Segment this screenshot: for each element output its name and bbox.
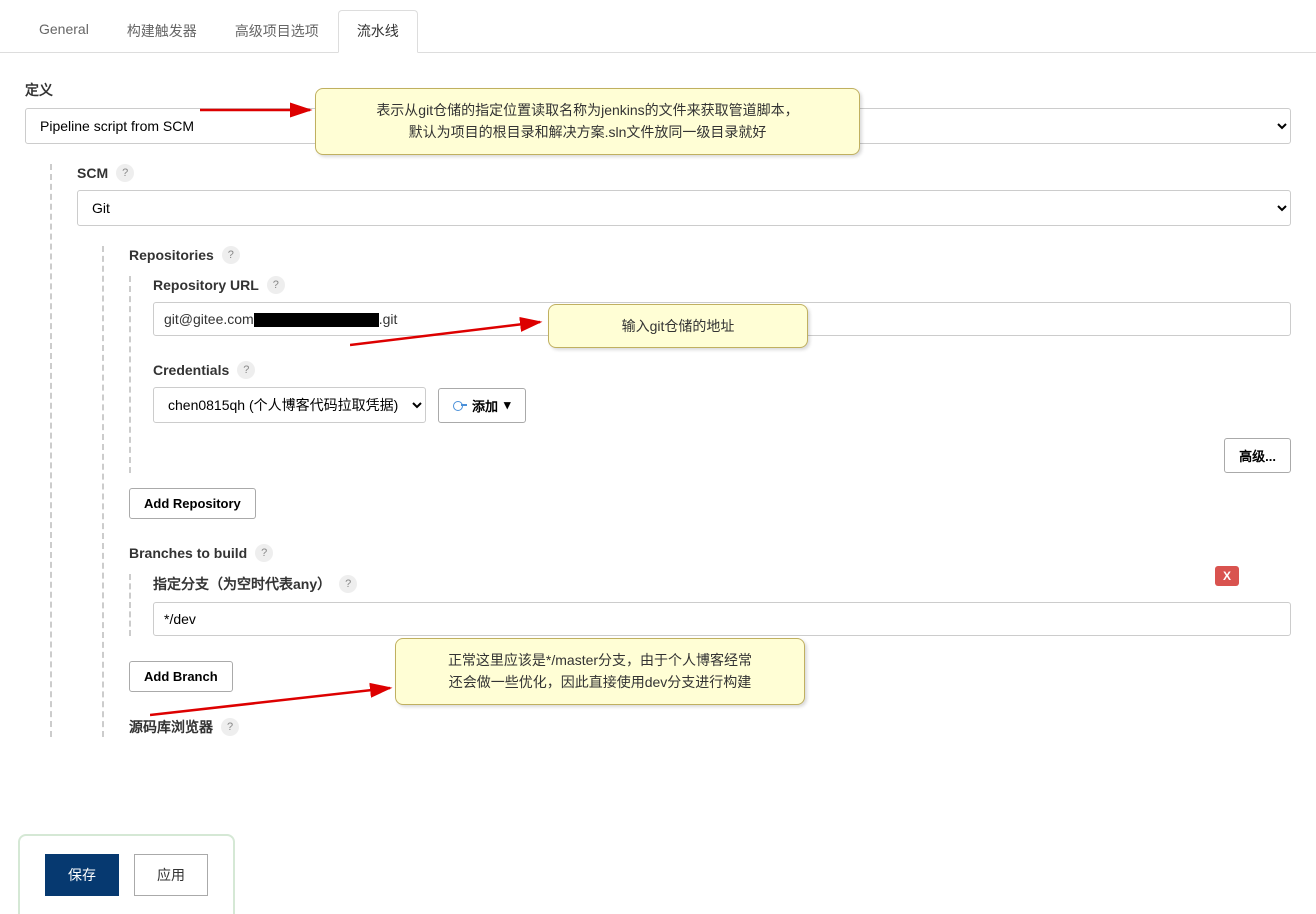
help-icon[interactable]: ? (116, 164, 134, 182)
help-icon[interactable]: ? (237, 361, 255, 379)
callout-line: 默认为项目的根目录和解决方案.sln文件放同一级目录就好 (334, 121, 841, 143)
branch-spec-label: 指定分支（为空时代表any） ? (153, 574, 1291, 594)
repo-url-label: Repository URL ? (153, 276, 1291, 294)
callout-line: 表示从git仓储的指定位置读取名称为jenkins的文件来获取管道脚本， (334, 99, 841, 121)
add-cred-label: 添加 (472, 396, 498, 415)
scm-label-text: SCM (77, 165, 108, 181)
credentials-select[interactable]: chen0815qh (个人博客代码拉取凭据) (153, 387, 426, 423)
credentials-label: Credentials ? (153, 361, 1291, 379)
footer-bar: 保存 应用 (18, 834, 235, 914)
help-icon[interactable]: ? (221, 718, 239, 736)
branches-label: Branches to build ? (129, 544, 1291, 562)
repo-url-prefix: git@gitee.com (164, 311, 254, 327)
repositories-label: Repositories ? (129, 246, 1291, 264)
scm-label: SCM ? (77, 164, 1291, 182)
dropdown-caret-icon: ▾ (504, 397, 511, 413)
branch-spec-label-text: 指定分支（为空时代表any） (153, 574, 331, 594)
advanced-button[interactable]: 高级... (1224, 438, 1291, 473)
save-button[interactable]: 保存 (45, 854, 119, 896)
arrow-icon (150, 680, 400, 720)
add-credentials-button[interactable]: 添加 ▾ (438, 388, 526, 423)
apply-button[interactable]: 应用 (134, 854, 208, 896)
config-tabs: General 构建触发器 高级项目选项 流水线 (0, 10, 1316, 53)
key-icon (453, 401, 467, 409)
callout-line: 输入git仓储的地址 (567, 315, 789, 337)
source-browser-label-text: 源码库浏览器 (129, 717, 213, 737)
callout-line: 还会做一些优化，因此直接使用dev分支进行构建 (414, 671, 786, 693)
credentials-label-text: Credentials (153, 362, 229, 378)
arrow-icon (350, 310, 550, 350)
repositories-label-text: Repositories (129, 247, 214, 263)
tab-general[interactable]: General (20, 10, 108, 52)
scm-select[interactable]: Git (77, 190, 1291, 226)
delete-branch-button[interactable]: X (1215, 566, 1239, 586)
callout-definition: 表示从git仓储的指定位置读取名称为jenkins的文件来获取管道脚本， 默认为… (315, 88, 860, 155)
callout-branch: 正常这里应该是*/master分支，由于个人博客经常 还会做一些优化，因此直接使… (395, 638, 805, 705)
source-browser-label: 源码库浏览器 ? (129, 717, 1291, 737)
add-repository-button[interactable]: Add Repository (129, 488, 256, 519)
arrow-icon (200, 98, 320, 122)
tab-trigger[interactable]: 构建触发器 (108, 10, 216, 52)
help-icon[interactable]: ? (222, 246, 240, 264)
callout-line: 正常这里应该是*/master分支，由于个人博客经常 (414, 649, 786, 671)
tab-pipeline[interactable]: 流水线 (338, 10, 418, 53)
branches-label-text: Branches to build (129, 545, 247, 561)
help-icon[interactable]: ? (255, 544, 273, 562)
help-icon[interactable]: ? (339, 575, 357, 593)
callout-repo-url: 输入git仓储的地址 (548, 304, 808, 348)
repo-url-label-text: Repository URL (153, 277, 259, 293)
help-icon[interactable]: ? (267, 276, 285, 294)
definition-label-text: 定义 (25, 80, 53, 100)
branch-spec-input[interactable] (153, 602, 1291, 636)
tab-advanced[interactable]: 高级项目选项 (216, 10, 338, 52)
